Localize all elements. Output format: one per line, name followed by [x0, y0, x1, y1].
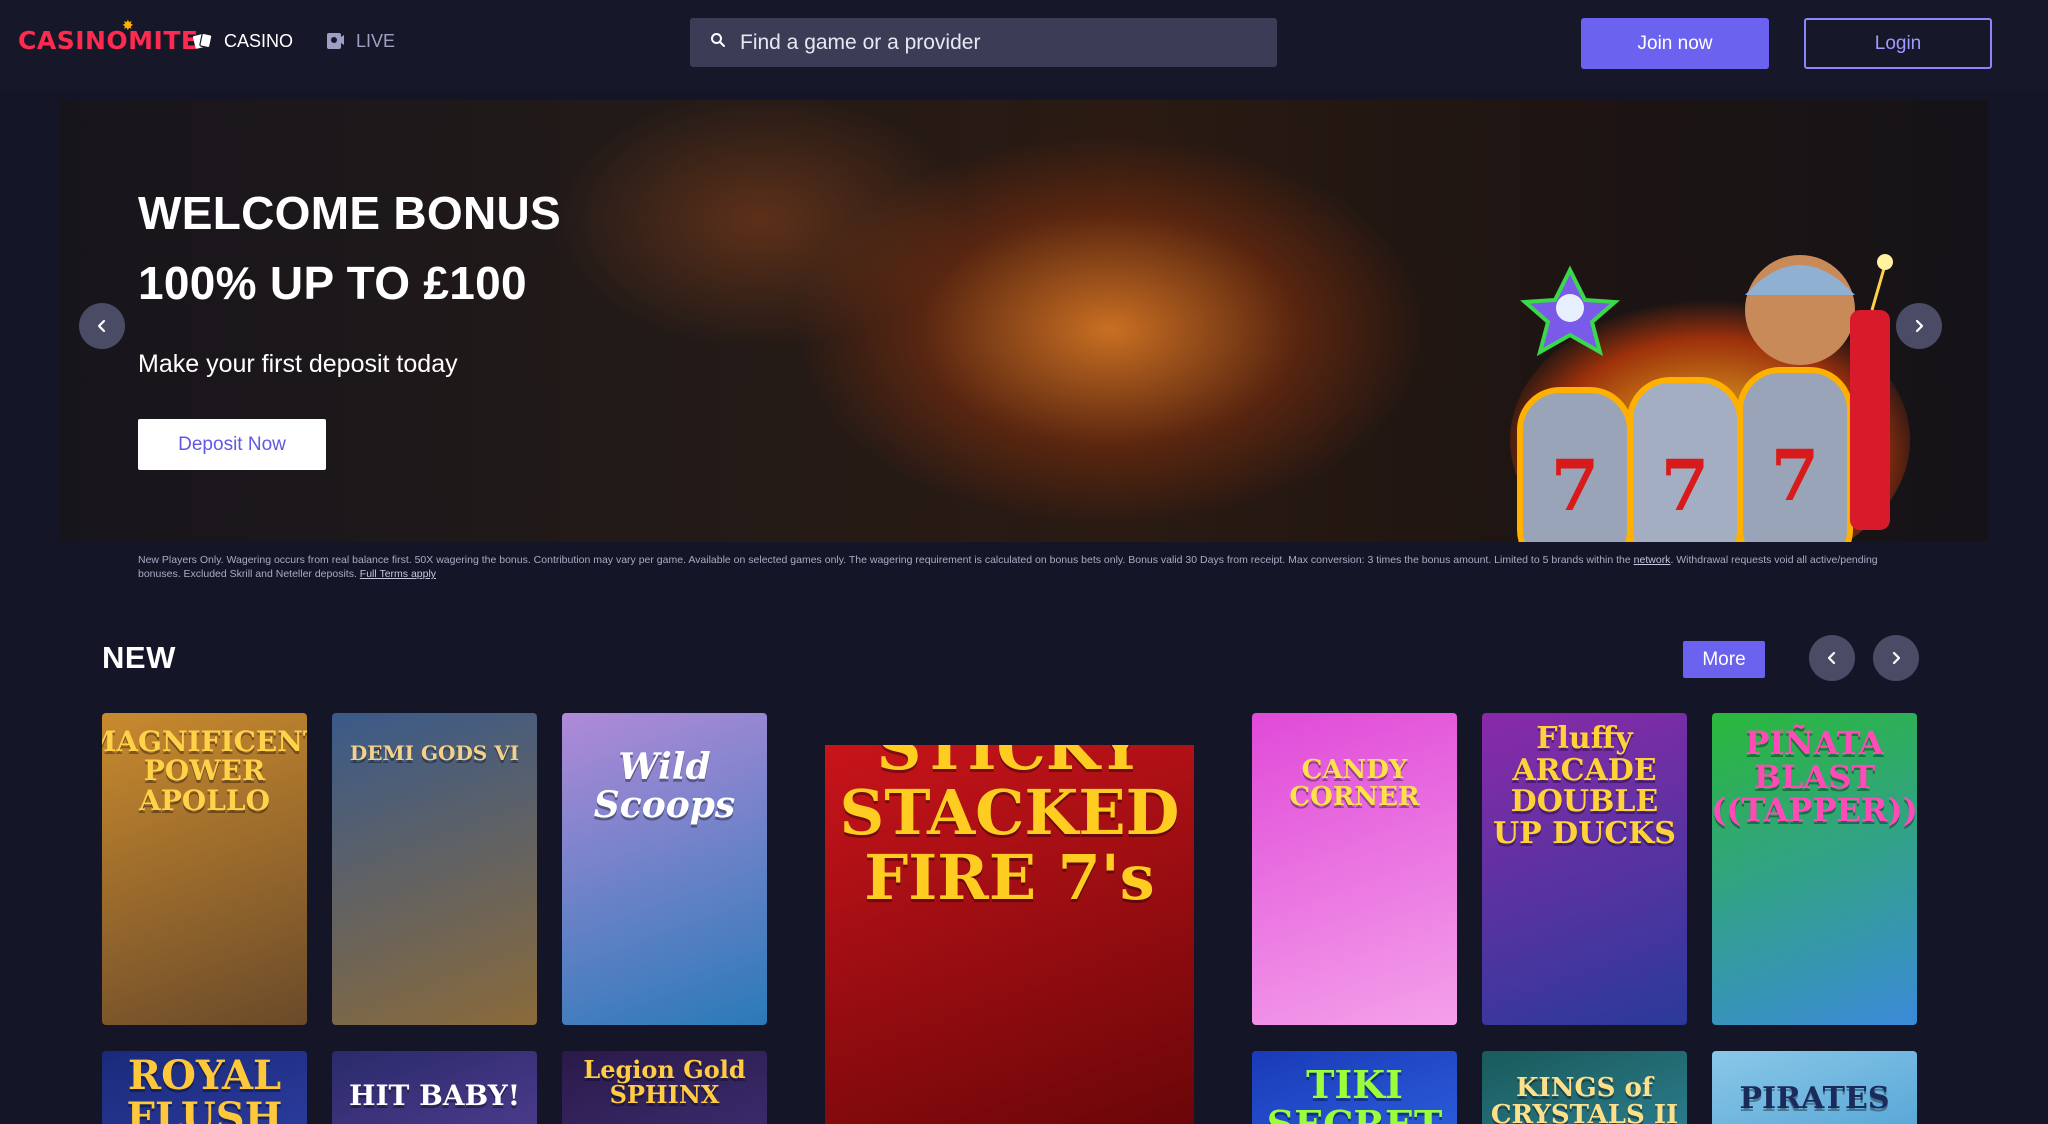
svg-text:7: 7 — [1771, 434, 1820, 517]
chevron-left-icon — [97, 319, 106, 333]
bonus-terms-text: New Players Only. Wagering occurs from r… — [138, 554, 1878, 580]
bonus-title-line1: WELCOME BONUS — [138, 187, 561, 239]
join-now-button[interactable]: Join now — [1581, 18, 1769, 69]
hero-prev-button[interactable] — [79, 303, 125, 349]
game-tile[interactable]: KINGS of CRYSTALS II — [1482, 1051, 1687, 1124]
game-tile[interactable]: TIKI SECRET — [1252, 1051, 1457, 1124]
game-title: PIÑATA BLAST ((TAPPER)) — [1712, 724, 1917, 830]
search-input[interactable]: Find a game or a provider — [740, 31, 980, 55]
svg-text:7: 7 — [1551, 444, 1600, 527]
hero-next-button[interactable] — [1896, 303, 1942, 349]
game-tile[interactable]: PIRATES — [1712, 1051, 1917, 1124]
game-tile[interactable]: Legion Gold SPHINX — [562, 1051, 767, 1124]
search-icon — [710, 32, 726, 53]
game-tile[interactable]: Fluffy ARCADE DOUBLE UP DUCKS — [1482, 713, 1687, 1025]
new-section-title: NEW — [102, 640, 176, 675]
more-button[interactable]: More — [1683, 641, 1765, 678]
game-tile[interactable]: MAGNIFICENT POWER APOLLO — [102, 713, 307, 1025]
live-dealer-icon — [324, 30, 346, 52]
welcome-bonus-banner[interactable]: 7 7 7 WELCOME BONUS 100% UP TO £100 Make… — [60, 100, 1988, 542]
game-tile[interactable]: Wild Scoops — [562, 713, 767, 1025]
game-title: PIRATES — [1739, 1081, 1890, 1116]
game-tile[interactable]: CANDY CORNER — [1252, 713, 1457, 1025]
game-title: STICKY STACKED FIRE 7's — [839, 745, 1180, 915]
deposit-now-button[interactable]: Deposit Now — [138, 419, 326, 470]
game-tile[interactable]: ROYAL FLUSH — [102, 1051, 307, 1124]
game-title: Fluffy ARCADE DOUBLE UP DUCKS — [1493, 721, 1676, 851]
bonus-title-line2: 100% UP TO £100 — [138, 257, 527, 309]
chevron-right-icon — [1892, 651, 1901, 665]
full-terms-link[interactable]: Full Terms apply — [360, 568, 436, 580]
nav-live-label: LIVE — [356, 30, 396, 51]
new-prev-button[interactable] — [1809, 635, 1855, 681]
logo-star-icon: ✸ — [122, 18, 135, 34]
game-tile[interactable]: PIÑATA BLAST ((TAPPER)) — [1712, 713, 1917, 1025]
game-tile[interactable]: HIT BABY! — [332, 1051, 537, 1124]
bonus-subtitle: Make your first deposit today — [138, 350, 458, 378]
new-next-button[interactable] — [1873, 635, 1919, 681]
game-tile-featured[interactable]: STICKY STACKED FIRE 7's — [825, 745, 1194, 1124]
game-title: DEMI GODS VI — [349, 741, 520, 765]
game-title: Legion Gold SPHINX — [583, 1055, 746, 1110]
bonus-headline: WELCOME BONUS 100% UP TO £100 — [138, 178, 561, 318]
svg-text:7: 7 — [1661, 444, 1710, 527]
chevron-right-icon — [1915, 319, 1924, 333]
nav-casino[interactable]: CASINO — [192, 30, 293, 52]
casinomite-logo[interactable]: CASINOMITE ✸ — [18, 18, 199, 55]
nav-live[interactable]: LIVE — [324, 30, 395, 52]
nav-casino-label: CASINO — [224, 30, 294, 51]
game-title: TIKI SECRET — [1267, 1062, 1442, 1124]
game-title: CANDY CORNER — [1289, 755, 1420, 813]
game-title: MAGNIFICENT POWER APOLLO — [102, 725, 307, 817]
cards-icon — [192, 30, 214, 52]
network-link[interactable]: network — [1634, 554, 1671, 566]
search-bar[interactable]: Find a game or a provider — [690, 18, 1277, 67]
game-title: ROYAL FLUSH — [126, 1052, 283, 1124]
game-title: HIT BABY! — [349, 1079, 520, 1112]
login-button[interactable]: Login — [1804, 18, 1992, 69]
game-title: KINGS of CRYSTALS II — [1490, 1073, 1679, 1124]
game-title: Wild Scoops — [593, 746, 736, 826]
game-tile[interactable]: DEMI GODS VI — [332, 713, 537, 1025]
slot-machine-illustration: 7 7 7 — [1510, 254, 1910, 542]
chevron-left-icon — [1827, 651, 1836, 665]
top-header: CASINOMITE ✸ CASINO LIVE Find a game or a… — [0, 0, 2048, 90]
